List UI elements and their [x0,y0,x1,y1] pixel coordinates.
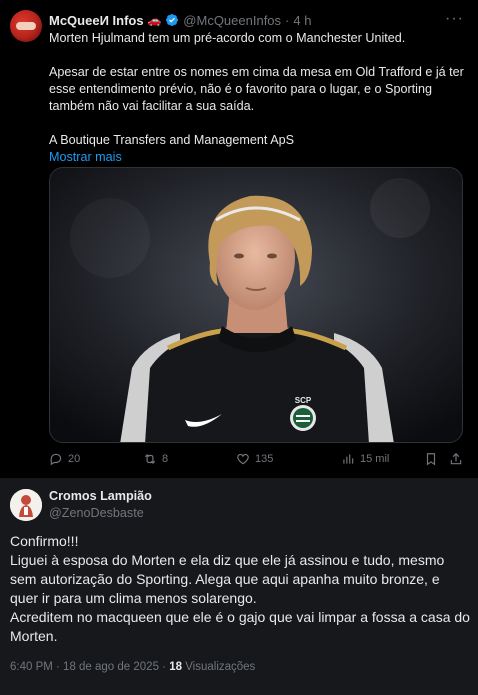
quoted-tweet[interactable]: McQueeИ Infos 🚗 @McQueenInfos · 4 h ··· … [0,0,478,478]
tweet-line: Confirmo!!! [10,533,79,549]
avatar-illustration [10,489,42,521]
display-name[interactable]: McQueeИ Infos [49,13,144,28]
tweet-line: Apesar de estar entre os nomes em cima d… [49,65,464,113]
like-count: 135 [255,453,274,465]
reply-count: 20 [68,453,81,465]
bookmark-icon [426,453,436,466]
share-button[interactable] [449,452,463,466]
views-button[interactable]: 15 mil [341,452,389,466]
separator: · [285,12,290,28]
retweet-icon [144,454,156,464]
tweet-text: Confirmo!!! Liguei à esposa do Morten e … [10,532,470,646]
verified-badge-icon [166,14,179,26]
views-count: 18 [169,661,182,673]
tweet-line: Acreditem no macqueen que ele é o gajo q… [10,609,470,644]
share-icon [450,452,462,465]
reply-icon [50,453,62,466]
reply-button[interactable]: 20 [49,452,80,466]
tweet-line: A Boutique Transfers and Management ApS [49,133,295,147]
timestamp[interactable]: 4 h [293,13,311,28]
like-button[interactable]: 135 [236,452,273,466]
handle[interactable]: @ZenoDesbaste [49,506,144,520]
heart-icon [237,453,249,465]
tweet-line: Liguei à esposa do Morten e ela diz que … [10,552,445,606]
views-count: 15 mil [360,453,390,465]
car-emoji: 🚗 [147,14,162,27]
more-options-icon[interactable]: ··· [445,10,464,28]
show-more-link[interactable]: Mostrar mais [49,149,464,166]
tweet-meta: 6:40 PM · 18 de ago de 2025 · 18 Visuali… [10,661,255,673]
handle[interactable]: @McQueenInfos [183,13,281,28]
crest-text: SCP [295,396,312,405]
views-label: Visualizações [185,661,256,673]
avatar[interactable] [10,10,42,42]
player-photo: SCP [50,168,462,442]
bookmark-button[interactable] [424,452,438,466]
avatar[interactable] [10,489,42,521]
display-name[interactable]: Cromos Lampião [49,489,152,503]
action-bar: 20 8 135 15 mil [49,452,467,472]
views-icon [343,454,354,464]
tweet-media[interactable]: SCP [49,167,463,443]
timestamp[interactable]: 6:40 PM · 18 de ago de 2025 · [10,661,166,673]
retweet-count: 8 [162,453,169,465]
tweet-line: Morten Hjulmand tem um pré-acordo com o … [49,31,406,45]
tweet-text: Morten Hjulmand tem um pré-acordo com o … [49,30,464,166]
retweet-button[interactable]: 8 [143,452,168,466]
tweet-header: McQueeИ Infos 🚗 @McQueenInfos · 4 h [49,11,448,29]
reply-tweet[interactable]: Cromos Lampião @ZenoDesbaste Confirmo!!!… [0,478,478,695]
